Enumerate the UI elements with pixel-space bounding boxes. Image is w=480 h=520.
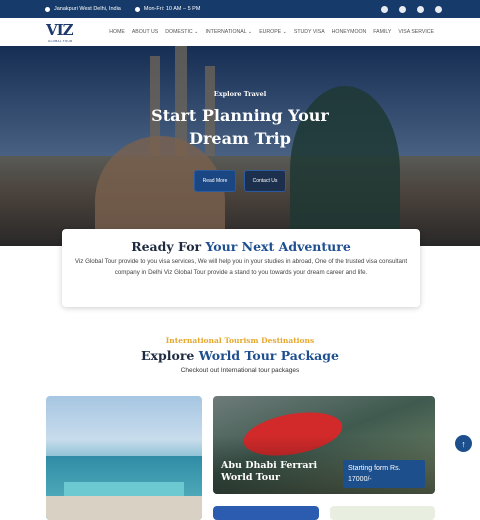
nav-domestic[interactable]: DOMESTIC ⌄ xyxy=(165,29,198,35)
hours-info: Mon-Fri: 10 AM – 5 PM xyxy=(134,6,201,12)
social-links xyxy=(381,5,442,13)
logo-subtitle: GLOBAL TOUR xyxy=(48,39,73,43)
instagram-icon[interactable] xyxy=(417,5,424,13)
nav-honeymoon[interactable]: HONEYMOON xyxy=(332,29,367,35)
nav-family[interactable]: FAMILY xyxy=(373,29,391,35)
linkedin-icon[interactable] xyxy=(435,5,442,13)
main-menu: HOME ABOUT US DOMESTIC ⌄ INTERNATIONAL ⌄… xyxy=(109,29,434,35)
package-name: Abu Dhabi Ferrari World Tour xyxy=(221,460,318,483)
package-price: Starting form Rs. 17000/- xyxy=(343,460,425,488)
nav-international[interactable]: INTERNATIONAL ⌄ xyxy=(205,29,252,35)
location-info: Janakpuri West Delhi, India xyxy=(45,6,121,12)
packages-title: Explore World Tour Package xyxy=(141,348,339,363)
hours-text: Mon-Fri: 10 AM – 5 PM xyxy=(143,6,201,12)
intro-card: Ready For Your Next Adventure Viz Global… xyxy=(62,229,420,307)
top-bar: Janakpuri West Delhi, India Mon-Fri: 10 … xyxy=(0,0,480,18)
facebook-icon[interactable] xyxy=(381,5,388,13)
nav-europe[interactable]: EUROPE ⌄ xyxy=(259,29,287,35)
location-pin-icon xyxy=(45,6,50,12)
hero-banner: Explore Travel Start Planning Your Dream… xyxy=(0,46,480,246)
intro-title: Ready For Your Next Adventure xyxy=(131,239,351,254)
clock-icon xyxy=(134,6,140,12)
scroll-to-top-button[interactable]: ↑ xyxy=(455,435,472,452)
main-navbar: VIZ GLOBAL TOUR HOME ABOUT US DOMESTIC ⌄… xyxy=(0,18,480,46)
nav-study-visa[interactable]: STUDY VISA xyxy=(294,29,325,35)
logo-mark: VIZ xyxy=(46,21,74,39)
hero-kicker: Explore Travel xyxy=(213,90,267,98)
packages-subtitle: Checkout out International tour packages xyxy=(180,367,300,374)
location-text: Janakpuri West Delhi, India xyxy=(54,6,121,12)
package-card[interactable] xyxy=(213,506,319,520)
hero-title: Start Planning Your Dream Trip xyxy=(151,106,329,148)
hero-buttons: Read More Contact Us xyxy=(0,170,480,192)
package-card[interactable] xyxy=(330,506,435,520)
contact-us-button[interactable]: Contact Us xyxy=(244,170,286,192)
read-more-button[interactable]: Read More xyxy=(194,170,236,192)
nav-visa-service[interactable]: VISA SERVICE xyxy=(398,29,434,35)
nav-about[interactable]: ABOUT US xyxy=(132,29,158,35)
twitter-icon[interactable] xyxy=(399,5,406,13)
nav-home[interactable]: HOME xyxy=(109,29,125,35)
arrow-up-icon: ↑ xyxy=(461,438,466,449)
intro-text: Viz Global Tour provide to you visa serv… xyxy=(74,258,408,276)
deck-image xyxy=(46,496,202,520)
site-logo[interactable]: VIZ GLOBAL TOUR xyxy=(46,19,76,45)
packages-kicker: International Tourism Destinations xyxy=(165,336,315,345)
package-card-maldives[interactable] xyxy=(46,396,202,520)
